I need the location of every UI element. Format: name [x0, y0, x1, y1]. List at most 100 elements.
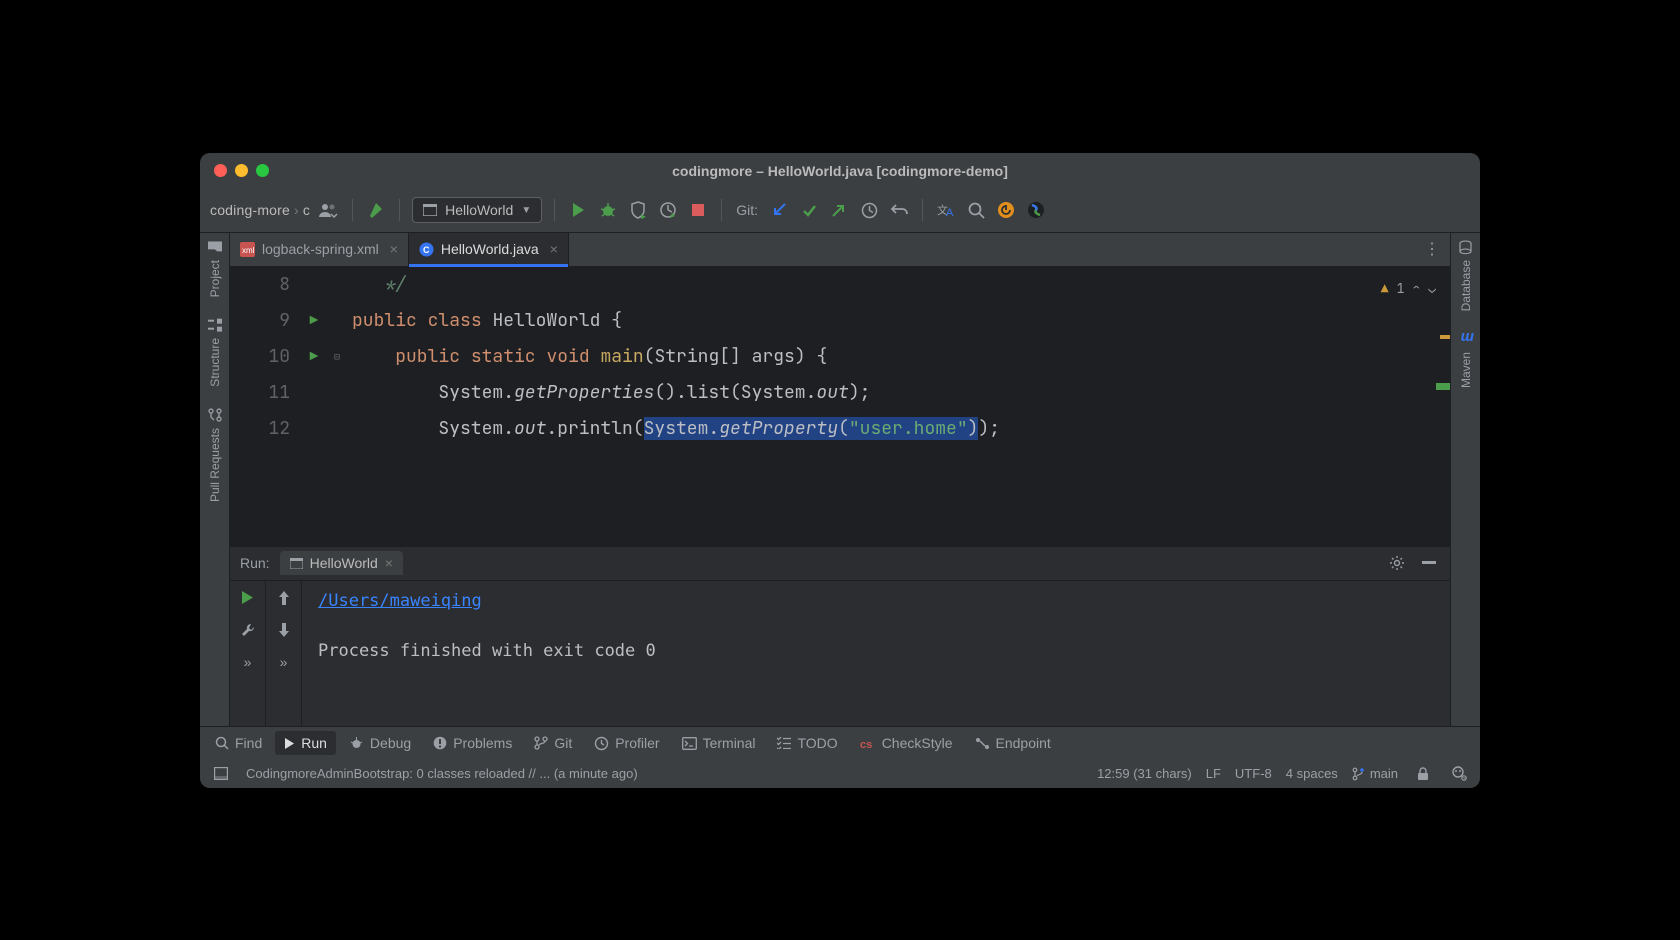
run-method-gutter-icon[interactable]: ▶	[300, 339, 328, 375]
run-output[interactable]: /Users/maweiqing Process finished with e…	[302, 581, 1450, 726]
run-tab[interactable]: HelloWorld ×	[280, 551, 403, 575]
breadcrumb-next: c	[303, 202, 310, 218]
traffic-lights	[214, 164, 269, 177]
run-tool-header: Run: HelloWorld ×	[230, 547, 1450, 581]
profiler-tool-button[interactable]: Profiler	[585, 731, 668, 755]
users-icon[interactable]	[318, 199, 340, 221]
tab-logback-spring[interactable]: xml logback-spring.xml ×	[230, 233, 409, 266]
application-icon	[423, 204, 437, 216]
indent-setting[interactable]: 4 spaces	[1286, 766, 1338, 781]
pull-requests-tool-button[interactable]: Pull Requests	[207, 407, 223, 502]
error-stripe[interactable]	[1436, 267, 1450, 546]
search-icon	[215, 736, 229, 750]
problems-icon	[433, 736, 447, 750]
svg-text:m: m	[1460, 332, 1473, 345]
close-icon[interactable]: ×	[550, 241, 558, 257]
change-mark[interactable]	[1436, 383, 1450, 390]
wrench-icon[interactable]	[237, 619, 259, 641]
close-icon[interactable]: ×	[385, 555, 393, 571]
tool-windows-icon[interactable]	[210, 763, 232, 785]
git-update-icon[interactable]	[768, 199, 790, 221]
maven-tool-button[interactable]: Maven m	[1458, 331, 1474, 388]
inspection-widget[interactable]: ▲ 1 ⌃ ⌄	[1381, 271, 1436, 307]
run-tool-button[interactable]: Run	[275, 731, 336, 755]
list-icon	[777, 737, 791, 749]
run-tool-actions: »	[230, 581, 266, 726]
file-encoding[interactable]: UTF-8	[1235, 766, 1272, 781]
pull-request-icon	[207, 407, 223, 423]
code-area[interactable]: */ public class HelloWorld { public stat…	[346, 267, 1450, 546]
coverage-icon[interactable]	[627, 199, 649, 221]
caret-position[interactable]: 12:59 (31 chars)	[1097, 766, 1192, 781]
rerun-icon[interactable]	[237, 587, 259, 609]
build-icon[interactable]	[365, 199, 387, 221]
run-configuration-selector[interactable]: HelloWorld ▼	[412, 197, 542, 223]
run-label: Run:	[240, 555, 270, 571]
git-tool-button[interactable]: Git	[525, 731, 581, 755]
sync-icon[interactable]	[995, 199, 1017, 221]
svg-text:A: A	[946, 207, 954, 218]
line-separator[interactable]: LF	[1206, 766, 1221, 781]
todo-tool-button[interactable]: TODO	[768, 731, 846, 755]
tabs-more-icon[interactable]: ⋮	[1424, 233, 1450, 266]
checkstyle-tool-button[interactable]: cs CheckStyle	[851, 731, 962, 755]
output-finish-line: Process finished with exit code 0	[318, 641, 1434, 661]
application-icon	[290, 558, 303, 569]
maven-icon: m	[1458, 331, 1474, 347]
scroll-down-icon[interactable]	[273, 619, 295, 641]
run-icon[interactable]	[567, 199, 589, 221]
stop-icon[interactable]	[687, 199, 709, 221]
chevron-down-icon[interactable]: ⌄	[1428, 271, 1436, 307]
bug-icon	[349, 736, 364, 751]
code-editor[interactable]: 8 9 10 11 12 ▶ ▶ ⊟	[230, 267, 1450, 546]
more-icon[interactable]: »	[273, 651, 295, 673]
fold-toggle-icon[interactable]: ⊟	[328, 339, 346, 375]
git-history-icon[interactable]	[858, 199, 880, 221]
scroll-up-icon[interactable]	[273, 587, 295, 609]
project-tool-button[interactable]: Project	[207, 239, 223, 297]
output-link[interactable]: /Users/maweiqing	[318, 591, 482, 611]
run-output-actions: »	[266, 581, 302, 726]
lock-icon[interactable]	[1412, 763, 1434, 785]
git-branch-widget[interactable]: main	[1352, 766, 1398, 781]
endpoints-tool-button[interactable]: Endpoint	[966, 731, 1060, 755]
gear-icon[interactable]	[1386, 552, 1408, 574]
profile-icon[interactable]	[657, 199, 679, 221]
breadcrumb[interactable]: coding-more › c	[210, 202, 310, 218]
status-message[interactable]: CodingmoreAdminBootstrap: 0 classes relo…	[246, 766, 638, 781]
database-tool-button[interactable]: Database	[1458, 239, 1474, 311]
minimize-window-button[interactable]	[235, 164, 248, 177]
checkstyle-icon: cs	[860, 737, 876, 750]
maximize-window-button[interactable]	[256, 164, 269, 177]
terminal-tool-button[interactable]: Terminal	[673, 731, 765, 755]
line-number-gutter: 8 9 10 11 12	[230, 267, 300, 546]
branch-icon	[1352, 767, 1365, 781]
translate-icon[interactable]: 文A	[935, 199, 957, 221]
close-icon[interactable]: ×	[390, 241, 398, 257]
main-toolbar: coding-more › c HelloWorld ▼ Git: 文A	[200, 189, 1480, 233]
right-tool-rail: Database Maven m	[1450, 233, 1480, 726]
tab-helloworld[interactable]: C HelloWorld.java ×	[409, 233, 569, 266]
structure-tool-button[interactable]: Structure	[207, 317, 223, 387]
git-push-icon[interactable]	[828, 199, 850, 221]
search-icon[interactable]	[965, 199, 987, 221]
database-icon	[1458, 239, 1474, 255]
more-icon[interactable]: »	[237, 651, 259, 673]
git-rollback-icon[interactable]	[888, 199, 910, 221]
warning-mark[interactable]	[1440, 335, 1450, 339]
problems-tool-button[interactable]: Problems	[424, 731, 521, 755]
chevron-up-icon[interactable]: ⌃	[1412, 271, 1420, 307]
jrebel-icon[interactable]	[1025, 199, 1047, 221]
folder-icon	[207, 239, 223, 255]
branch-icon	[534, 736, 548, 750]
run-class-gutter-icon[interactable]: ▶	[300, 303, 328, 339]
find-tool-button[interactable]: Find	[206, 731, 271, 755]
java-class-icon: C	[419, 242, 434, 257]
git-commit-icon[interactable]	[798, 199, 820, 221]
debug-icon[interactable]	[597, 199, 619, 221]
hide-icon[interactable]	[1418, 552, 1440, 574]
close-window-button[interactable]	[214, 164, 227, 177]
debug-tool-button[interactable]: Debug	[340, 731, 420, 755]
hector-icon[interactable]	[1448, 763, 1470, 785]
left-tool-rail: Project Structure Pull Requests	[200, 233, 230, 726]
